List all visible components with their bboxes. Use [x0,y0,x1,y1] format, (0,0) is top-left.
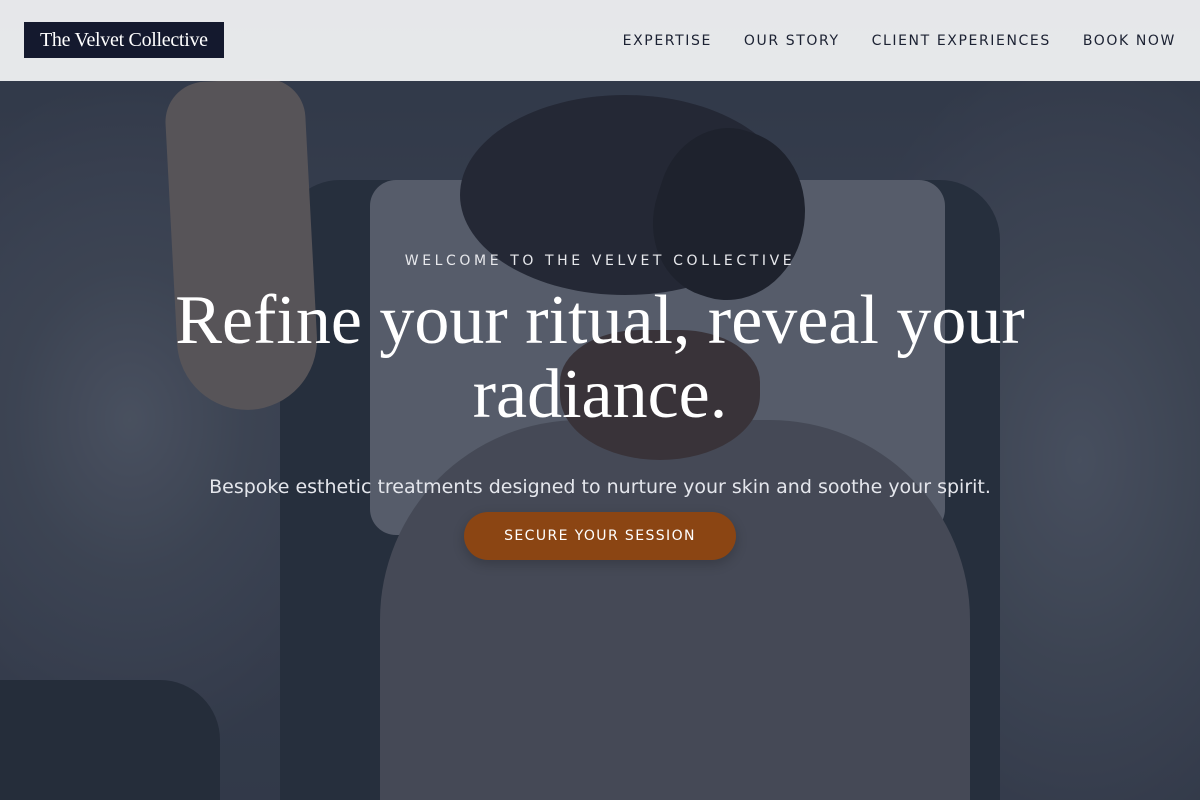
site-header: The Velvet Collective EXPERTISE OUR STOR… [0,0,1200,81]
hero-eyebrow: WELCOME TO THE VELVET COLLECTIVE [404,253,796,269]
nav-link-expertise[interactable]: EXPERTISE [623,33,712,49]
hero-section: WELCOME TO THE VELVET COLLECTIVE Refine … [0,0,1200,800]
main-nav: EXPERTISE OUR STORY CLIENT EXPERIENCES B… [623,0,1176,81]
hero-headline: Refine your ritual, reveal your radiance… [175,282,1025,433]
nav-link-book-now[interactable]: BOOK NOW [1083,33,1176,49]
brand-logo[interactable]: The Velvet Collective [24,22,224,58]
secure-session-button[interactable]: SECURE YOUR SESSION [464,512,736,560]
nav-link-our-story[interactable]: OUR STORY [744,33,840,49]
hero-subtext: Bespoke esthetic treatments designed to … [209,476,991,498]
page: The Velvet Collective EXPERTISE OUR STOR… [0,0,1200,800]
nav-link-client-experiences[interactable]: CLIENT EXPERIENCES [872,33,1051,49]
